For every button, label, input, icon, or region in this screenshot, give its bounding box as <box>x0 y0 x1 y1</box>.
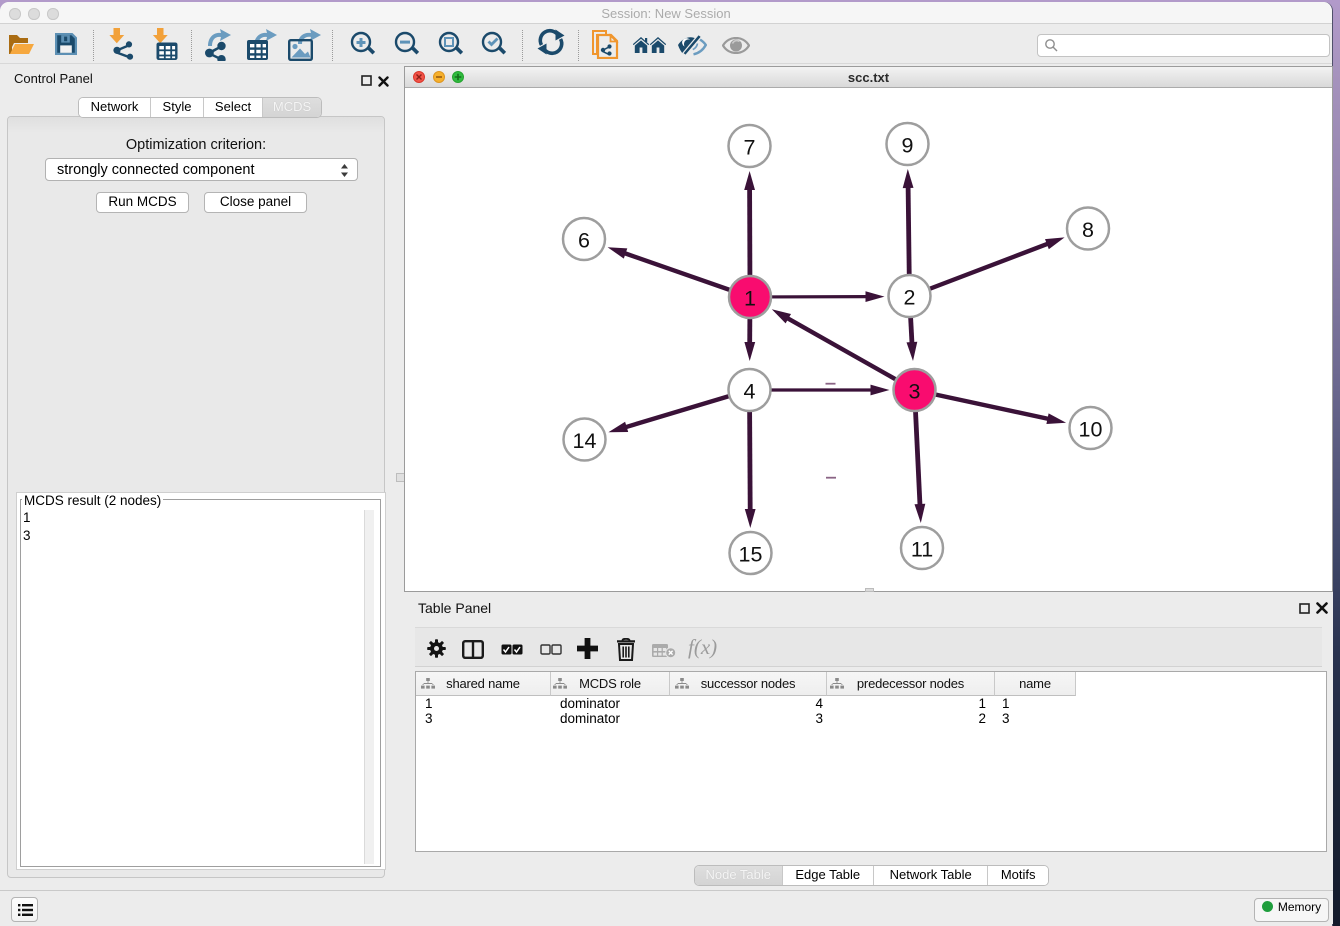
svg-text:14: 14 <box>573 429 597 453</box>
svg-text:8: 8 <box>1082 218 1094 242</box>
svg-text:2: 2 <box>904 286 916 310</box>
svg-text:1: 1 <box>744 287 756 311</box>
svg-text:3: 3 <box>909 380 921 404</box>
svg-text:11: 11 <box>911 538 933 562</box>
svg-text:9: 9 <box>902 134 914 158</box>
svg-text:4: 4 <box>744 380 756 404</box>
svg-text:10: 10 <box>1079 418 1103 442</box>
svg-text:7: 7 <box>744 136 756 160</box>
svg-text:15: 15 <box>739 543 763 567</box>
svg-text:6: 6 <box>578 229 590 253</box>
